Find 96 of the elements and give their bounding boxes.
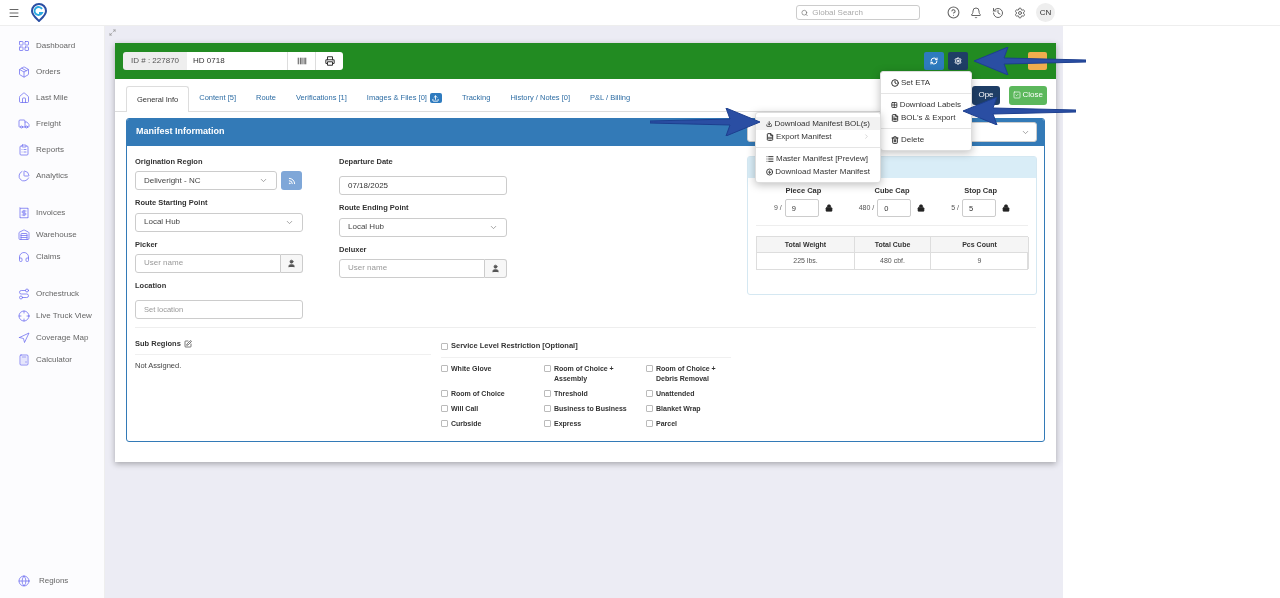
checkbox[interactable]	[441, 420, 448, 428]
settings-button[interactable]	[948, 52, 968, 70]
logo-icon[interactable]	[31, 3, 47, 22]
menu-item[interactable]: Delete	[881, 133, 971, 146]
menu-icon[interactable]	[8, 6, 20, 19]
sidebar-item[interactable]: Last Mile	[18, 90, 104, 105]
lock-icon	[824, 204, 833, 213]
checkbox[interactable]	[441, 405, 448, 413]
warehouse-icon	[18, 228, 30, 241]
user-button[interactable]	[485, 258, 507, 278]
house-icon	[18, 91, 30, 104]
history-icon[interactable]	[992, 6, 1004, 19]
grid-icon	[891, 100, 898, 109]
user-avatar[interactable]: CN	[1036, 3, 1055, 22]
user-icon	[287, 258, 296, 268]
list-icon	[766, 154, 774, 163]
sidebar-item[interactable]: Analytics	[18, 168, 104, 183]
pie-chart-icon	[18, 169, 30, 182]
user-icon	[491, 263, 500, 273]
help-icon[interactable]	[947, 6, 960, 19]
feed-button[interactable]	[281, 171, 302, 191]
trash-icon	[891, 135, 899, 144]
user-field[interactable]: User name	[339, 258, 485, 278]
select-field[interactable]: Local Hub	[135, 212, 303, 232]
refresh-button[interactable]	[924, 52, 944, 70]
box-icon	[18, 65, 30, 78]
manifest-name-field[interactable]: HD 0718	[187, 52, 288, 70]
select-field[interactable]: Local Hub	[339, 217, 507, 237]
checkbox[interactable]	[646, 365, 653, 373]
print-button[interactable]	[315, 52, 344, 70]
sidebar-item[interactable]: Reports	[18, 142, 104, 157]
id-label: ID # : 227870	[123, 52, 188, 70]
navigation-icon	[18, 331, 30, 344]
search-input[interactable]: Global Search	[812, 6, 915, 19]
sidebar-item[interactable]: Orders	[18, 64, 104, 79]
checkbox[interactable]	[441, 342, 448, 350]
search-field[interactable]: Global Search	[796, 5, 920, 20]
sidebar-item[interactable]: Orchestruck	[18, 286, 104, 301]
document-icon	[891, 113, 899, 122]
select-field[interactable]: Deliveright - NC	[135, 171, 277, 191]
edit-icon[interactable]	[183, 339, 192, 348]
checkbox[interactable]	[441, 365, 448, 373]
bell-icon[interactable]	[970, 6, 982, 19]
user-field[interactable]: User name	[135, 253, 281, 273]
sidebar-item[interactable]: Claims	[18, 249, 104, 264]
settings-icon[interactable]	[1014, 6, 1026, 19]
upload-button[interactable]	[429, 93, 442, 103]
panel-title: Manifest Information	[136, 125, 225, 138]
download-icon	[766, 167, 774, 176]
sidebar-item[interactable]: Freight	[18, 116, 104, 131]
clipboard-icon	[18, 143, 30, 156]
calculator-icon	[18, 353, 30, 366]
headset-icon	[18, 250, 30, 263]
barcode-icon	[296, 56, 307, 66]
sidebar-item[interactable]: Coverage Map	[18, 330, 104, 345]
sidebar-item[interactable]: Warehouse	[18, 227, 104, 242]
checkbox[interactable]	[544, 390, 551, 398]
date-field[interactable]: 07/18/2025	[339, 176, 507, 196]
sidebar-item[interactable]: Dashboard	[18, 38, 104, 53]
settings-icon	[954, 57, 962, 65]
crosshair-icon	[18, 309, 30, 322]
receipt-icon	[18, 206, 30, 219]
checkbox[interactable]	[544, 365, 551, 373]
menu-item[interactable]: Master Manifest [Preview]	[756, 152, 880, 165]
checkbox[interactable]	[646, 420, 653, 428]
sidebar-item[interactable]: Regions	[18, 573, 104, 588]
upload-icon	[432, 94, 440, 102]
menu-item[interactable]: Export Manifest	[756, 130, 880, 143]
lock-icon	[1002, 204, 1010, 213]
sidebar-item[interactable]: Calculator	[18, 352, 104, 367]
globe-icon	[18, 574, 30, 587]
clock-icon	[891, 78, 899, 87]
rss-icon	[287, 176, 296, 185]
printer-icon	[324, 56, 335, 66]
lock-icon	[917, 204, 926, 213]
checkbox[interactable]	[544, 405, 551, 413]
checkbox[interactable]	[646, 405, 653, 413]
barcode-button[interactable]	[287, 52, 316, 70]
sidebar-item[interactable]: Invoices	[18, 205, 104, 220]
refresh-icon	[930, 57, 938, 65]
grid-icon	[18, 39, 30, 52]
check-icon	[1012, 91, 1021, 99]
checkbox[interactable]	[544, 420, 551, 428]
submenu-caret-icon	[863, 133, 870, 140]
sidebar-item[interactable]: Live Truck View	[18, 308, 104, 323]
checkbox[interactable]	[646, 390, 653, 398]
download-icon	[766, 119, 773, 128]
expand-icon[interactable]	[109, 29, 116, 36]
truck-icon	[18, 117, 30, 130]
user-button[interactable]	[281, 253, 303, 273]
spreadsheet-icon	[766, 132, 774, 141]
menu-item[interactable]: Download Manifest BOL(s)	[756, 117, 880, 130]
menu-item[interactable]: Set ETA	[881, 76, 971, 89]
checkbox[interactable]	[441, 390, 448, 398]
route-icon	[18, 287, 30, 300]
search-icon	[801, 8, 809, 17]
